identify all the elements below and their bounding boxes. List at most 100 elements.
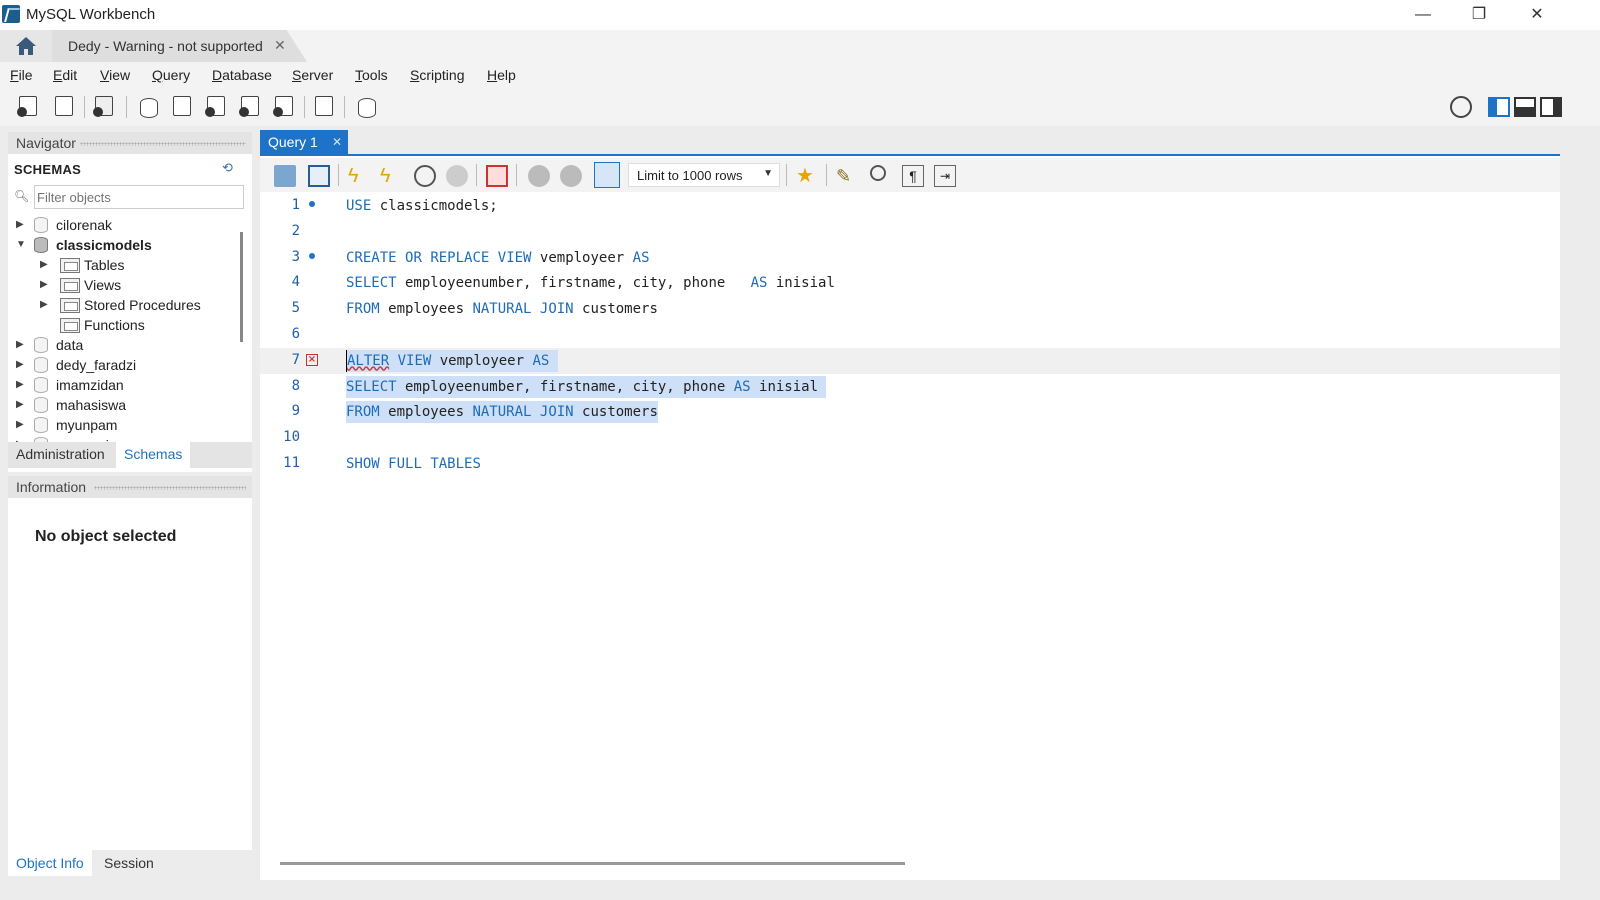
menu-view[interactable]: View — [100, 67, 130, 83]
menu-tools[interactable]: Tools — [355, 67, 388, 83]
minimize-button[interactable]: — — [1400, 0, 1446, 30]
code-editor[interactable]: 1 USE classicmodels; 2 3 CREATE OR REPLACE V… — [260, 192, 1560, 862]
expand-arrow-icon[interactable]: ▶ — [16, 399, 24, 410]
statement-marker-icon — [309, 201, 315, 207]
expand-arrow-icon[interactable]: ▶ — [40, 299, 48, 310]
tree-item-label: Functions — [84, 317, 145, 333]
tree-item-label: mahasiswa — [56, 397, 127, 413]
add-snippet-icon[interactable]: ★ — [796, 165, 818, 187]
expand-arrow-icon[interactable]: ▶ — [16, 419, 24, 430]
code-line[interactable]: FROM employees NATURAL JOIN customers — [346, 298, 658, 320]
close-button[interactable]: ✕ — [1514, 0, 1560, 30]
navigator-scrollbar[interactable] — [240, 232, 243, 342]
information-panel: Information No object selected Object In… — [8, 476, 252, 876]
toolbar-separator — [826, 164, 827, 186]
code-line[interactable]: FROM employees NATURAL JOIN customers — [346, 401, 658, 424]
menu-query[interactable]: Query — [152, 67, 190, 83]
menu-help[interactable]: Help — [487, 67, 516, 83]
collapse-arrow-icon[interactable]: ▼ — [16, 239, 26, 250]
toggle-sidebar-icon[interactable] — [1488, 97, 1510, 117]
filter-objects-input[interactable] — [35, 186, 235, 208]
new-sql-tab-icon[interactable] — [16, 94, 42, 120]
code-line[interactable]: SELECT employeenumber, firstname, city, … — [346, 375, 827, 398]
database-icon — [34, 337, 48, 353]
line-number: 10 — [283, 429, 300, 446]
menu-database[interactable]: Database — [212, 67, 272, 83]
sql-text: inisial — [750, 378, 827, 395]
limit-rows-select[interactable]: Limit to 1000 rows ▼ — [628, 163, 780, 187]
sql-text: employeenumber, firstname, city, phone — [396, 275, 751, 292]
execute-current-icon[interactable]: ϟ — [380, 165, 402, 187]
invisible-chars-icon[interactable]: ¶ — [902, 165, 924, 187]
sql-keyword: FULL — [388, 456, 422, 472]
tab-object-info[interactable]: Object Info — [8, 850, 92, 876]
inspector-icon[interactable] — [92, 94, 118, 120]
expand-arrow-icon[interactable]: ▶ — [16, 379, 24, 390]
expand-arrow-icon[interactable]: ▶ — [16, 359, 24, 370]
sql-text: employeenumber, firstname, city, phone — [396, 378, 734, 395]
sql-keyword: JOIN — [539, 404, 574, 421]
rollback-icon[interactable] — [560, 165, 582, 187]
function-folder-icon — [60, 318, 80, 333]
create-table-icon[interactable] — [170, 94, 196, 120]
stop-icon[interactable] — [446, 165, 468, 187]
open-sql-script-icon[interactable] — [52, 94, 78, 120]
sql-keyword: TABLES — [430, 456, 481, 472]
create-function-icon[interactable] — [272, 94, 298, 120]
code-line[interactable]: USE classicmodels; — [346, 195, 498, 217]
expand-arrow-icon[interactable]: ▶ — [16, 339, 24, 350]
create-schema-icon[interactable] — [136, 94, 162, 120]
toolbar-separator — [786, 164, 787, 186]
search-table-data-icon[interactable] — [312, 94, 338, 120]
code-line[interactable]: ALTER VIEW vemployeer AS — [346, 349, 558, 372]
navigator-title: Navigator — [16, 135, 76, 151]
tab-schemas[interactable]: Schemas — [116, 442, 191, 468]
query-tab[interactable]: Query 1 ✕ — [260, 130, 348, 156]
menu-edit[interactable]: Edit — [53, 67, 77, 83]
statement-marker-icon — [309, 252, 315, 259]
find-icon[interactable] — [870, 165, 886, 181]
tree-item-label: dedy_faradzi — [56, 357, 137, 373]
menu-server[interactable]: Server — [292, 67, 333, 83]
preferences-icon[interactable] — [1450, 96, 1472, 118]
create-procedure-icon[interactable] — [238, 94, 264, 120]
connection-tab[interactable]: Dedy - Warning - not supported ✕ — [52, 30, 307, 62]
toggle-output-icon[interactable] — [1514, 97, 1536, 117]
database-icon — [34, 417, 48, 433]
horizontal-scrollbar[interactable] — [280, 862, 905, 865]
sql-toolbar: ϟ ϟ Limit to 1000 rows ▼ ★ ✎ ¶ ⇥ — [260, 158, 1560, 192]
execute-icon[interactable]: ϟ — [348, 165, 370, 187]
navigator-panel: Navigator SCHEMAS ⟲ 🔍︎ ▶ cilorenak ▼ cla… — [8, 132, 252, 472]
beautify-icon[interactable]: ✎ — [836, 165, 858, 187]
menu-file[interactable]: File — [10, 67, 33, 83]
home-button[interactable] — [0, 30, 52, 62]
expand-arrow-icon[interactable]: ▶ — [40, 279, 48, 290]
word-wrap-icon[interactable]: ⇥ — [934, 165, 956, 187]
create-view-icon[interactable] — [204, 94, 230, 120]
line-number: 7 — [291, 351, 300, 368]
tab-session[interactable]: Session — [104, 855, 154, 871]
autocommit-icon[interactable] — [594, 162, 620, 188]
save-icon[interactable] — [308, 165, 330, 187]
close-icon[interactable]: ✕ — [274, 37, 286, 54]
close-icon[interactable]: ✕ — [332, 135, 342, 149]
toggle-error-stop-icon[interactable] — [486, 165, 508, 187]
open-file-icon[interactable] — [274, 165, 296, 187]
code-line[interactable]: CREATE OR REPLACE VIEW vemployeer AS — [346, 247, 650, 269]
menu-scripting[interactable]: Scripting — [410, 67, 464, 83]
schemas-title: SCHEMAS — [14, 162, 82, 177]
tab-administration[interactable]: Administration — [16, 446, 105, 462]
code-line[interactable]: SHOW FULL TABLES — [346, 453, 481, 475]
toggle-secondary-sidebar-icon[interactable] — [1540, 97, 1562, 117]
expand-arrow-icon[interactable]: ▶ — [16, 219, 24, 230]
sql-keyword: USE — [346, 198, 372, 214]
filter-objects-input-box[interactable] — [34, 185, 244, 209]
reconnect-icon[interactable] — [354, 94, 380, 120]
restore-button[interactable]: ❐ — [1456, 0, 1502, 30]
explain-icon[interactable] — [414, 165, 436, 187]
expand-arrow-icon[interactable]: ▶ — [40, 259, 48, 270]
commit-icon[interactable] — [528, 165, 550, 187]
refresh-icon[interactable]: ⟲ — [222, 160, 238, 176]
code-line[interactable]: SELECT employeenumber, firstname, city, … — [346, 272, 835, 294]
